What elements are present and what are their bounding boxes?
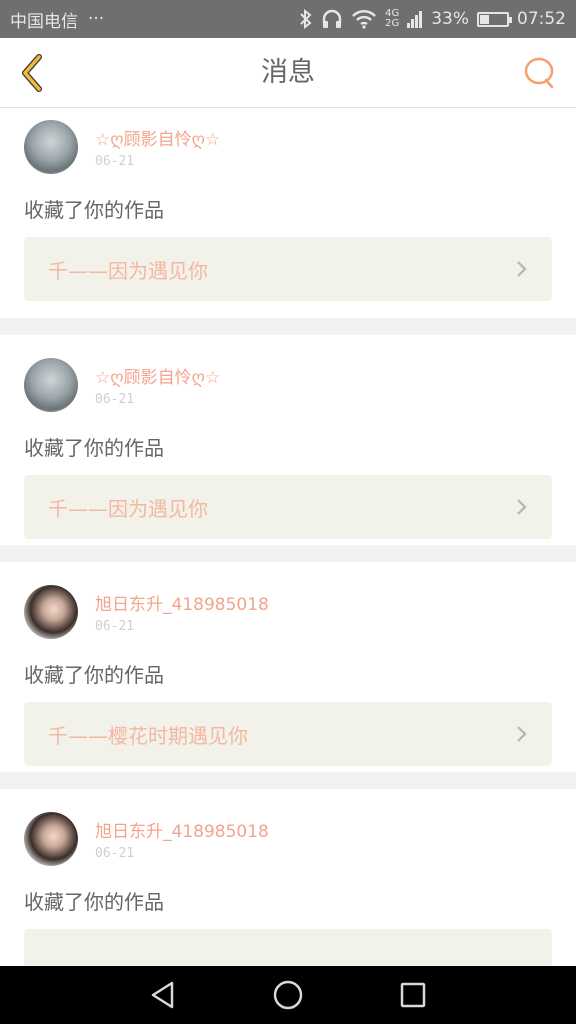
divider <box>0 772 576 789</box>
circle-home-icon <box>273 980 303 1010</box>
work-title: 千——因为遇见你 <box>48 496 208 521</box>
chevron-left-icon <box>22 54 42 92</box>
message-list[interactable]: ☆ღ顾影自怜ღ☆ 06-21 收藏了你的作品 千——因为遇见你 ☆ღ顾影自怜ღ☆… <box>0 108 576 966</box>
work-title: 千——樱花时期遇见你 <box>48 723 248 748</box>
divider <box>0 545 576 562</box>
wifi-icon <box>352 9 376 29</box>
battery-icon <box>477 11 512 27</box>
carrier-label: 中国电信 <box>10 11 78 32</box>
chevron-right-icon <box>517 499 527 515</box>
system-nav-bar <box>0 966 576 1024</box>
screen: 中国电信 ··· 4G 2G 33% 07:52 消息 ☆ღ顾影自怜ღ☆ 06-… <box>0 0 576 1024</box>
divider <box>0 318 576 335</box>
user-name[interactable]: ☆ღ顾影自怜ღ☆ <box>95 125 220 150</box>
square-recents-icon <box>401 982 426 1008</box>
message-date: 06-21 <box>95 619 135 634</box>
battery-percent: 33% <box>431 9 469 29</box>
status-right: 4G 2G 33% 07:52 <box>299 9 566 29</box>
system-home-button[interactable] <box>268 975 308 1015</box>
work-link[interactable]: 千——因为遇见你 <box>24 237 552 301</box>
action-text: 收藏了你的作品 <box>24 663 164 687</box>
nav-bar: 消息 <box>0 38 576 108</box>
headphones-icon <box>322 9 342 28</box>
network-type: 4G 2G <box>385 9 399 29</box>
signal-icon <box>407 11 423 28</box>
bluetooth-icon <box>300 9 312 29</box>
chevron-right-icon <box>517 726 527 742</box>
search-icon <box>524 57 554 89</box>
user-name[interactable]: 旭日东升_418985018 <box>95 590 269 615</box>
work-link[interactable]: 千——樱花时期遇见你 <box>24 702 552 766</box>
clock: 07:52 <box>517 9 566 29</box>
message-card: ☆ღ顾影自怜ღ☆ 06-21 收藏了你的作品 千——因为遇见你 <box>0 108 576 318</box>
system-recents-button[interactable] <box>393 975 433 1015</box>
back-button[interactable] <box>12 52 52 94</box>
action-text: 收藏了你的作品 <box>24 436 164 460</box>
battery-level <box>480 14 490 24</box>
message-card: 旭日东升_418985018 06-21 收藏了你的作品 千——樱花时期遇见你 <box>0 562 576 772</box>
more-notifications: ··· <box>88 9 105 29</box>
action-text: 收藏了你的作品 <box>24 198 164 222</box>
avatar[interactable] <box>24 358 78 412</box>
chevron-right-icon <box>517 261 527 277</box>
user-name[interactable]: 旭日东升_418985018 <box>95 817 269 842</box>
system-back-button[interactable] <box>143 975 183 1015</box>
work-title: 千——因为遇见你 <box>48 258 208 283</box>
triangle-back-icon <box>151 981 173 1009</box>
work-link[interactable]: 千——因为遇见你 <box>24 475 552 539</box>
message-date: 06-21 <box>95 392 135 407</box>
page-title: 消息 <box>261 57 315 88</box>
search-button[interactable] <box>520 54 558 92</box>
avatar[interactable] <box>24 585 78 639</box>
action-text: 收藏了你的作品 <box>24 890 164 914</box>
avatar[interactable] <box>24 812 78 866</box>
status-bar: 中国电信 ··· 4G 2G 33% 07:52 <box>0 0 576 38</box>
message-date: 06-21 <box>95 846 135 861</box>
message-card: ☆ღ顾影自怜ღ☆ 06-21 收藏了你的作品 千——因为遇见你 <box>0 335 576 545</box>
user-name[interactable]: ☆ღ顾影自怜ღ☆ <box>95 363 220 388</box>
network-bottom-label: 2G <box>385 18 400 29</box>
avatar[interactable] <box>24 120 78 174</box>
work-link[interactable] <box>24 929 552 966</box>
status-left: 中国电信 ··· <box>10 7 104 32</box>
message-date: 06-21 <box>95 154 135 169</box>
message-card: 旭日东升_418985018 06-21 收藏了你的作品 <box>0 789 576 966</box>
